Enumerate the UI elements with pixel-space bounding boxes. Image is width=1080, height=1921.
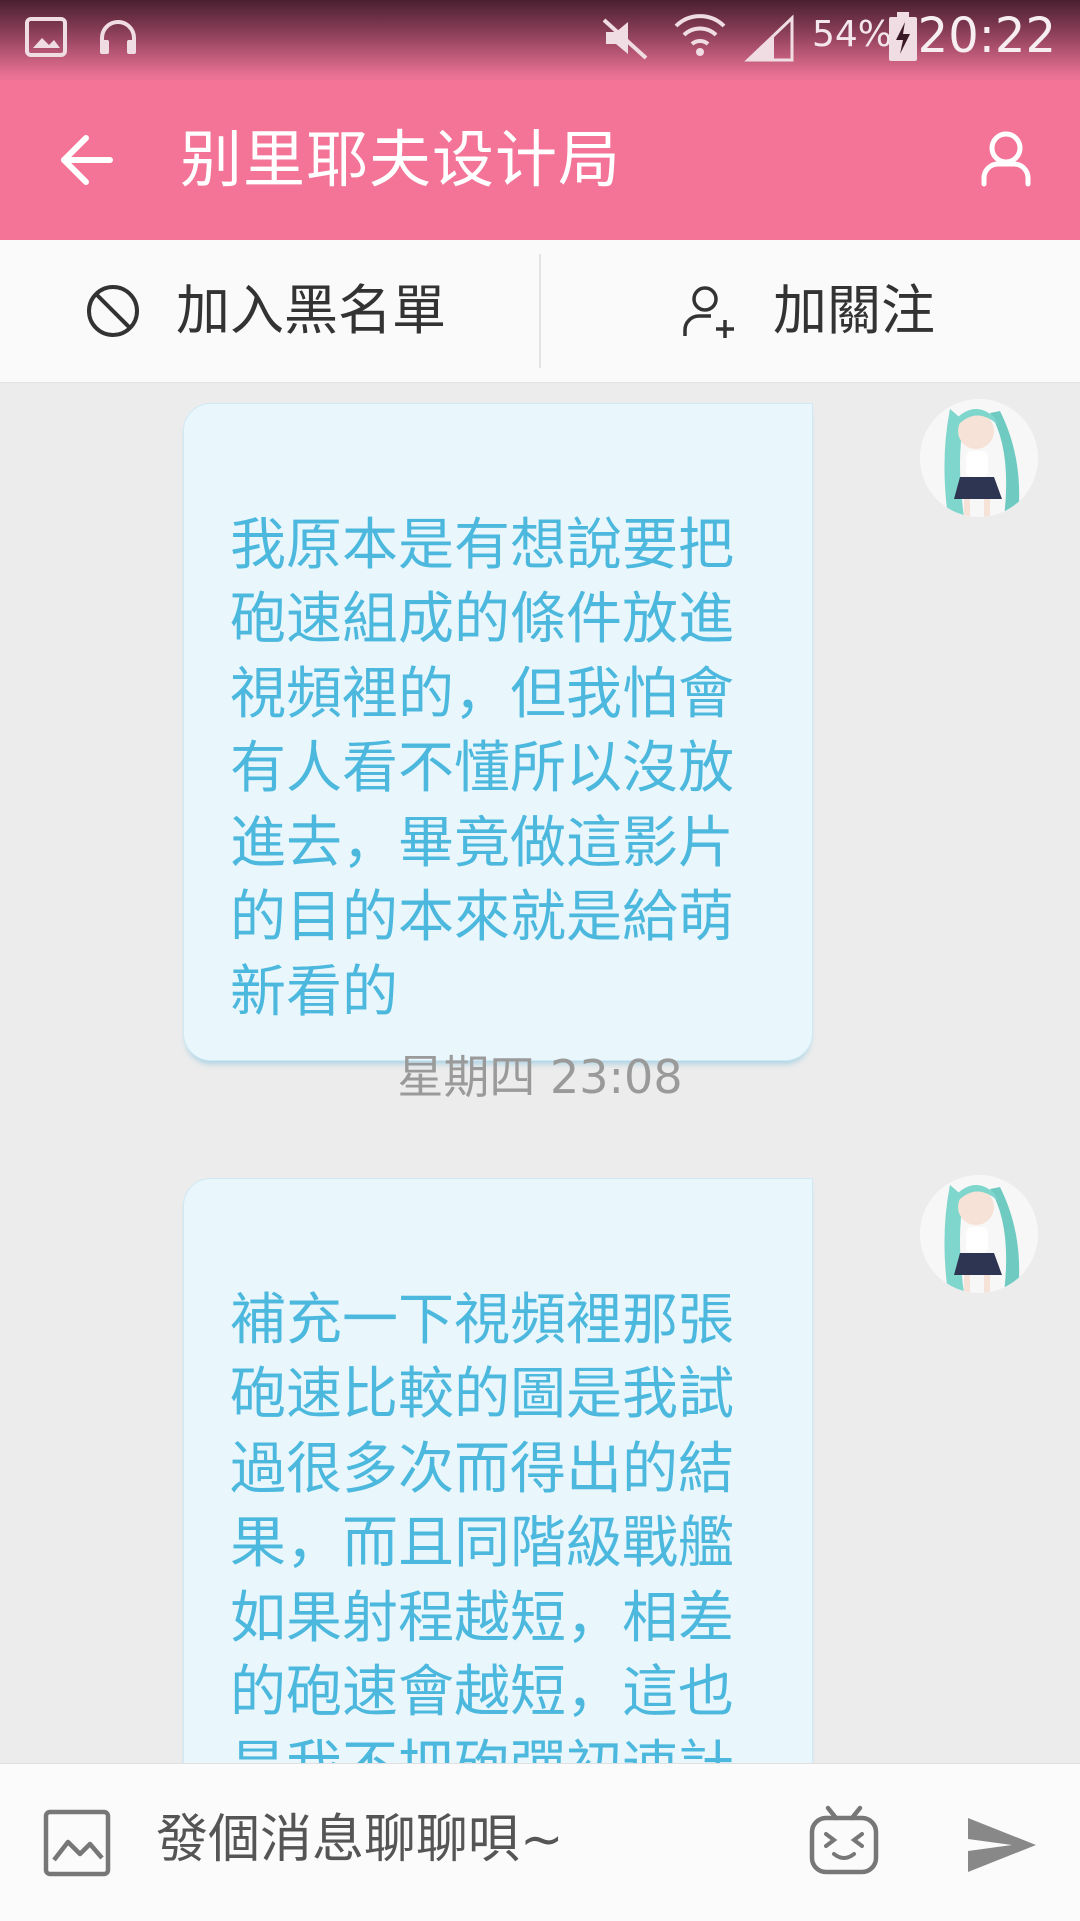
avatar-image (920, 399, 1038, 517)
battery-percent: 54% (812, 14, 893, 55)
message-text: 我原本是有想說要把 砲速組成的條件放進 視頻裡的，但我怕會 有人看不懂所以沒放 … (230, 512, 734, 1025)
action-bar: 加入黑名單 加關注 (0, 240, 1080, 383)
add-user-icon (683, 286, 734, 338)
wifi-icon (674, 14, 726, 56)
message-input[interactable] (156, 1800, 756, 1880)
block-button[interactable]: 加入黑名單 (0, 240, 540, 382)
chat-area[interactable]: 我原本是有想說要把 砲速組成的條件放進 視頻裡的，但我怕會 有人看不懂所以沒放 … (0, 383, 1080, 1763)
mute-icon (602, 18, 648, 60)
back-arrow-icon[interactable] (58, 130, 118, 190)
timestamp: 星期四 23:08 (397, 1050, 683, 1104)
block-icon (87, 285, 139, 337)
gallery-icon (25, 17, 67, 57)
profile-icon[interactable] (976, 128, 1036, 188)
emoji-icon[interactable] (808, 1804, 880, 1878)
composer-bar (0, 1763, 1080, 1921)
avatar[interactable] (920, 399, 1038, 517)
image-icon[interactable] (42, 1808, 112, 1878)
avatar-image (920, 1175, 1038, 1293)
app-bar: 别里耶夫设计局 (0, 80, 1080, 240)
follow-button[interactable]: 加關注 (541, 240, 1080, 382)
battery-charging-icon (889, 12, 917, 61)
message-bubble[interactable]: 補充一下視頻裡那張 砲速比較的圖是我試 過很多次而得出的結 果，而且同階級戰艦 … (183, 1178, 813, 1763)
block-label: 加入黑名單 (176, 279, 446, 342)
message-bubble[interactable]: 我原本是有想說要把 砲速組成的條件放進 視頻裡的，但我怕會 有人看不懂所以沒放 … (183, 403, 813, 1061)
headphones-icon (100, 20, 136, 54)
avatar[interactable] (920, 1175, 1038, 1293)
follow-label: 加關注 (773, 279, 935, 342)
status-clock: 20:22 (917, 8, 1056, 64)
signal-icon (744, 14, 794, 62)
page-title: 别里耶夫设计局 (180, 123, 622, 196)
message-text: 補充一下視頻裡那張 砲速比較的圖是我試 過很多次而得出的結 果，而且同階級戰艦 … (230, 1287, 734, 1764)
status-bar: 54% 20:22 (0, 0, 1080, 80)
send-icon[interactable] (966, 1814, 1038, 1876)
